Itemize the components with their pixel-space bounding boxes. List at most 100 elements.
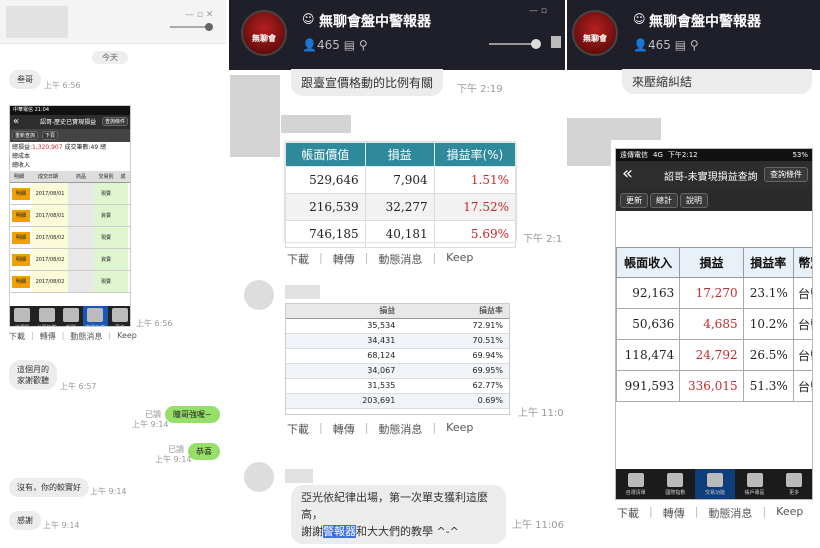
phone-tab[interactable]: 國際指數: [656, 469, 696, 499]
message-bubble-outgoing[interactable]: 瞳哥強喔~: [165, 406, 220, 423]
back-icon[interactable]: «: [622, 163, 633, 184]
action-download-link[interactable]: 下載: [287, 251, 309, 267]
detail-button[interactable]: 明細: [12, 254, 30, 266]
action-timeline-link[interactable]: 動態消息: [70, 331, 102, 342]
message-bubble-outgoing[interactable]: 恭喜: [188, 443, 220, 460]
table-cell-date: 2017/08/02: [32, 271, 68, 292]
tab-label: 國際指數: [665, 490, 686, 496]
message-line: 謝謝警報器和大大們的教學 ^-^: [301, 523, 496, 540]
volume-slider[interactable]: [170, 26, 210, 28]
shared-phone-screenshot[interactable]: 中華電信 21:04 « 詔哥-歷史已實現損益 查詢條件 重新查詢 下頁 總損益…: [9, 105, 131, 327]
table-cell: 92,163: [616, 277, 681, 309]
action-keep-link[interactable]: Keep: [446, 421, 473, 437]
table-cell: 0.69%: [401, 393, 509, 409]
phone-tab[interactable]: 台股指數: [34, 306, 58, 326]
phone-tab[interactable]: 帳戶專區: [735, 469, 775, 499]
phone-tab[interactable]: 新聞: [59, 306, 83, 326]
action-timeline-link[interactable]: 動態消息: [708, 505, 752, 521]
highlighted-keyword[interactable]: 警報器: [323, 525, 356, 538]
detail-button[interactable]: 明細: [12, 276, 30, 288]
detail-button[interactable]: 明細: [12, 210, 30, 222]
message-time: 上午 6:57: [60, 382, 97, 391]
shared-image-table[interactable]: 帳面價值 損益 損益率(%) 529,646 7,904 1.51% 216,539 32,…: [285, 142, 517, 248]
refresh-button[interactable]: 更新: [620, 193, 648, 208]
group-avatar[interactable]: 無聊會: [241, 10, 287, 56]
window-controls[interactable]: — ▫: [529, 6, 547, 16]
table-row[interactable]: 明細 2017/08/01 現賣: [10, 183, 130, 205]
tab-icon: [627, 473, 644, 487]
tab-label: 更多: [108, 324, 130, 326]
query-condition-button[interactable]: 查詢條件: [101, 117, 128, 126]
action-forward-link[interactable]: 轉傳: [663, 505, 685, 521]
group-title: 無聊會盤中警報器: [649, 14, 761, 30]
shared-phone-screenshot[interactable]: 遠傳電信 4G 下午2:12 53% « 詔哥-未實現損益查詢 查詢條件 更新 …: [615, 148, 813, 500]
back-icon[interactable]: «: [13, 115, 19, 128]
phone-tab[interactable]: 自選清單: [616, 469, 656, 499]
member-count[interactable]: 👤465 ▤ ⚲: [633, 38, 699, 52]
action-forward-link[interactable]: 轉傳: [333, 251, 355, 267]
action-keep-link[interactable]: Keep: [117, 331, 137, 342]
shared-image-table-2[interactable]: 損益 損益率 35,534 72.91% 34,431 70.51% 68,124 69.9…: [285, 303, 510, 415]
action-timeline-link[interactable]: 動態消息: [378, 251, 422, 267]
tab-icon: [706, 473, 723, 487]
action-download-link[interactable]: 下載: [287, 421, 309, 437]
table-row: 34,431 70.51%: [286, 333, 509, 349]
tab-icon: [786, 473, 803, 487]
message-bubble[interactable]: 沒有，你的較實好: [9, 478, 89, 497]
table-row[interactable]: 明細 2017/08/01 資賣: [10, 205, 130, 227]
message-bubble[interactable]: 跟臺宣價格動的比例有關: [291, 69, 444, 96]
message-text: 謝謝: [301, 525, 323, 538]
action-download-link[interactable]: 下載: [617, 505, 639, 521]
action-timeline-link[interactable]: 動態消息: [378, 421, 422, 437]
refresh-button[interactable]: 重新查詢: [12, 131, 39, 140]
window-controls[interactable]: — ▫ ✕: [185, 10, 213, 20]
phone-tab[interactable]: 更多: [108, 306, 130, 326]
table-row[interactable]: 明細 2017/08/02 資賣: [10, 249, 130, 271]
next-page-button[interactable]: 下頁: [42, 131, 59, 140]
notes-icon[interactable]: ▤: [344, 38, 355, 52]
battery-text: 53%: [792, 151, 808, 159]
action-forward-link[interactable]: 轉傳: [40, 331, 56, 342]
table-cell: 40,181: [364, 220, 435, 248]
help-button[interactable]: 說明: [680, 193, 708, 208]
action-forward-link[interactable]: 轉傳: [333, 421, 355, 437]
volume-knob[interactable]: [205, 23, 213, 31]
message-bubble[interactable]: 叁哥: [9, 70, 41, 89]
sidebar-toggle-icon[interactable]: [551, 36, 561, 48]
phone-tab[interactable]: 更多: [774, 469, 812, 499]
volume-knob[interactable]: [531, 39, 541, 49]
message-bubble[interactable]: 這個月的 家謝歡聽: [9, 360, 57, 390]
message-bubble[interactable]: 感謝: [9, 511, 41, 530]
search-icon[interactable]: ⚲: [359, 38, 368, 52]
action-keep-link[interactable]: Keep: [446, 251, 473, 267]
query-condition-button[interactable]: 查詢條件: [764, 167, 808, 182]
phone-tab[interactable]: 交易功能: [83, 306, 108, 326]
detail-button[interactable]: 明細: [12, 188, 30, 200]
table-header-cell: 損益率: [401, 304, 509, 319]
action-keep-link[interactable]: Keep: [776, 505, 803, 521]
status-time: 21:04: [34, 107, 50, 113]
group-avatar-text: 無聊會: [252, 34, 276, 43]
phone-tab[interactable]: 自選股: [10, 306, 34, 326]
member-count-value: 465: [316, 38, 340, 52]
table-row[interactable]: 明細 2017/08/02 現賣: [10, 227, 130, 249]
action-download-link[interactable]: 下載: [9, 331, 25, 342]
search-icon[interactable]: ⚲: [690, 38, 699, 52]
phone-tab[interactable]: 交易功能: [695, 469, 735, 499]
message-bubble[interactable]: 亞光依紀律出場，第一次單支獲利這麼高， 謝謝警報器和大大們的教學 ^-^: [291, 485, 506, 544]
message-time: 上午 9:14: [155, 455, 192, 464]
table-row[interactable]: 明細 2017/08/02 現賣: [10, 271, 130, 293]
total-button[interactable]: 總計: [650, 193, 678, 208]
group-avatar[interactable]: 無聊會: [572, 10, 618, 56]
table-header-cell: 損益率: [742, 247, 794, 278]
member-count[interactable]: 👤465 ▤ ⚲: [302, 38, 368, 52]
tab-label: 交易功能: [83, 324, 107, 326]
message-bubble[interactable]: 來壓縮糾結: [622, 69, 812, 94]
redacted-name: [567, 118, 661, 140]
notes-icon[interactable]: ▤: [675, 38, 686, 52]
table-cell: 746,185: [285, 220, 366, 248]
screenshot-collage: — ▫ ✕ 今天 叁哥 上午 6:56 中華電信 21:04 « 詔哥-歷史已實…: [0, 0, 820, 548]
detail-button[interactable]: 明細: [12, 232, 30, 244]
table-header-cell: 損益: [364, 142, 435, 167]
table-cell: 51.3%: [742, 370, 794, 402]
